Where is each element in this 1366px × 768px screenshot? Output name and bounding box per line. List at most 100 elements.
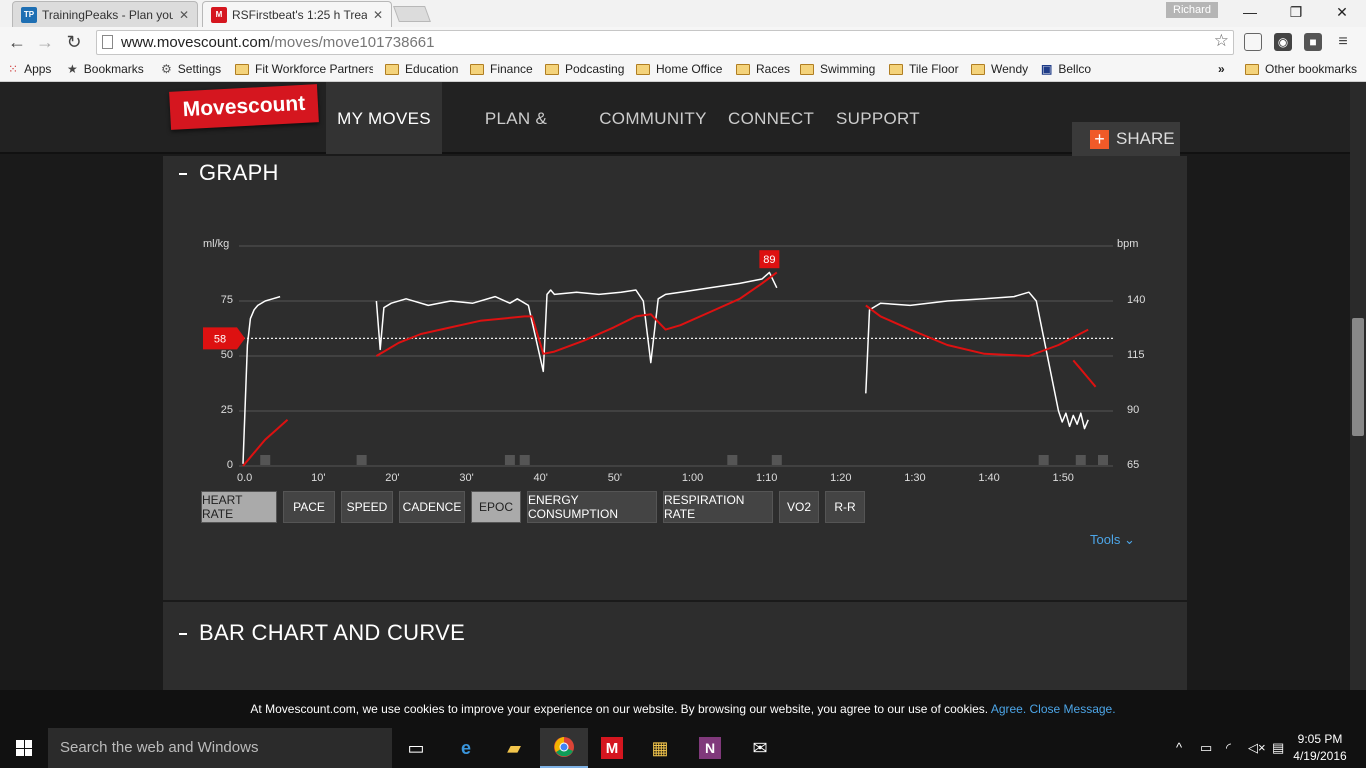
cookie-close-link[interactable]: Close Message. xyxy=(1030,702,1116,716)
restore-icon[interactable]: ❐ xyxy=(1276,2,1316,22)
cast-icon[interactable] xyxy=(1244,33,1262,51)
reference-marker-label: 58 xyxy=(214,333,226,345)
menu-icon[interactable]: ≡ xyxy=(1334,33,1352,51)
page-info-icon[interactable] xyxy=(102,35,113,49)
close-window-icon[interactable]: ✕ xyxy=(1322,2,1362,22)
wifi-icon[interactable]: ◜ xyxy=(1226,740,1231,756)
forward-icon[interactable]: → xyxy=(34,31,56,53)
folder-icon xyxy=(800,63,814,75)
folder-icon xyxy=(736,63,750,75)
bookmark-folder[interactable]: Finance xyxy=(470,62,533,76)
chrome-logo-icon xyxy=(554,737,574,757)
bookmark-settings[interactable]: ⚙ Settings xyxy=(161,62,221,76)
taskbar-clock[interactable]: 9:05 PM 4/19/2016 xyxy=(1290,731,1350,765)
trainingpeaks-favicon-icon: TP xyxy=(21,6,37,23)
metric-button-cadence[interactable]: CADENCE xyxy=(399,491,465,523)
folder-icon xyxy=(636,63,650,75)
back-icon[interactable]: ← xyxy=(6,31,28,53)
bookmark-folder[interactable]: Podcasting xyxy=(545,62,624,76)
other-bookmarks[interactable]: Other bookmarks xyxy=(1245,62,1357,76)
metric-button-heart-rate[interactable]: HEART RATE xyxy=(201,491,277,523)
tab-title: RSFirstbeat's 1:25 h Tread xyxy=(232,7,367,22)
tab-title: TrainingPeaks - Plan your xyxy=(42,7,173,22)
bookmark-bellco[interactable]: ▣ Bellco xyxy=(1041,62,1091,76)
file-explorer-icon[interactable]: ▰ xyxy=(490,728,538,768)
metric-button-vo2[interactable]: VO2 xyxy=(779,491,819,523)
reload-icon[interactable]: ↻ xyxy=(63,31,85,53)
lap-marker xyxy=(771,455,782,465)
minimize-icon[interactable]: — xyxy=(1230,2,1270,22)
chart-plot[interactable]: 58 89 xyxy=(163,156,1187,486)
windows-taskbar: Search the web and Windows ▭ e ▰ M ▦ N ✉… xyxy=(0,728,1366,768)
new-tab-button[interactable] xyxy=(393,6,431,22)
scrollbar-thumb[interactable] xyxy=(1352,318,1364,436)
star-icon: ★ xyxy=(67,62,78,76)
bookmark-folder[interactable]: Races xyxy=(736,62,790,76)
bookmarks-overflow-button[interactable]: » xyxy=(1218,62,1225,76)
lap-marker xyxy=(727,455,738,465)
onenote-icon[interactable]: N xyxy=(686,728,734,768)
metric-button-respiration-rate[interactable]: RESPIRATION RATE xyxy=(663,491,773,523)
page-scrollbar[interactable] xyxy=(1350,82,1366,728)
close-tab-icon[interactable]: ✕ xyxy=(179,8,189,22)
lap-marker xyxy=(1098,455,1108,465)
owl-extension-icon[interactable]: ◉ xyxy=(1274,33,1292,51)
movescount-app-icon[interactable]: M xyxy=(588,728,636,768)
lap-marker xyxy=(260,455,271,465)
metric-button-speed[interactable]: SPEED xyxy=(341,491,393,523)
bookmark-folder[interactable]: Swimming xyxy=(800,62,875,76)
share-button[interactable]: + SHARE xyxy=(1072,122,1180,156)
browser-tab-trainingpeaks[interactable]: TP TrainingPeaks - Plan your ✕ xyxy=(12,1,198,27)
folder-icon xyxy=(889,63,903,75)
bookmark-apps[interactable]: ⁙ Apps xyxy=(8,62,51,76)
mail-icon[interactable]: ✉ xyxy=(736,728,784,768)
tools-dropdown[interactable]: Tools ⌄ xyxy=(1090,532,1135,548)
browser-tab-movescount[interactable]: M RSFirstbeat's 1:25 h Tread ✕ xyxy=(202,1,392,27)
movescount-logo[interactable]: Movescount xyxy=(169,84,319,130)
show-hidden-icons-icon[interactable]: ^ xyxy=(1176,740,1182,755)
volume-muted-icon[interactable]: ◁× xyxy=(1248,740,1266,756)
site-header: Movescount MY MOVES PLAN & CREATE COMMUN… xyxy=(0,82,1366,202)
metric-button-epoc[interactable]: EPOC xyxy=(471,491,521,523)
bookmark-folder[interactable]: Wendy xyxy=(971,62,1028,76)
bookmarks-bar: ⁙ Apps ★ Bookmarks ⚙ Settings Fit Workforce… xyxy=(0,58,1366,82)
edge-icon[interactable]: e xyxy=(442,728,490,768)
bookmark-bookmarks[interactable]: ★ Bookmarks xyxy=(67,62,144,76)
bookmark-folder[interactable]: Education xyxy=(385,62,458,76)
bookmark-folder[interactable]: Tile Floor xyxy=(889,62,959,76)
metric-button-pace[interactable]: PACE xyxy=(283,491,335,523)
close-tab-icon[interactable]: ✕ xyxy=(373,8,383,22)
start-button[interactable] xyxy=(0,728,48,768)
task-view-icon[interactable]: ▭ xyxy=(392,728,440,768)
action-center-icon[interactable]: ▤ xyxy=(1272,740,1284,756)
bar-chart-title: BAR CHART AND CURVE xyxy=(199,620,466,645)
metric-button-energy-consumption[interactable]: ENERGY CONSUMPTION xyxy=(527,491,657,523)
nav-support[interactable]: SUPPORT xyxy=(836,82,920,154)
graph-panel: GRAPH ml/kg bpm 0 65 25 90 50 115 75 140 0.0 10' 2… xyxy=(163,156,1187,600)
chrome-icon[interactable] xyxy=(540,728,588,768)
cookie-agree-link[interactable]: Agree. xyxy=(991,702,1026,716)
battery-icon[interactable]: ▭ xyxy=(1200,740,1212,756)
apps-grid-icon: ⁙ xyxy=(8,62,19,76)
bookmark-folder[interactable]: Home Office xyxy=(636,62,722,76)
collapse-icon xyxy=(179,633,187,636)
bookmark-star-icon[interactable]: ☆ xyxy=(1214,31,1229,51)
sticky-app-icon[interactable]: ▦ xyxy=(636,728,684,768)
nav-connect[interactable]: CONNECT xyxy=(728,82,814,154)
workout-chart: ml/kg bpm 0 65 25 90 50 115 75 140 0.0 10' 20' 30' 4… xyxy=(163,156,1187,596)
nav-plan-create[interactable]: PLAN & CREATE xyxy=(452,82,580,202)
folder-icon xyxy=(235,63,249,75)
nav-my-moves[interactable]: MY MOVES xyxy=(326,82,442,154)
plus-icon: + xyxy=(1090,129,1109,149)
lap-marker xyxy=(519,455,530,465)
address-bar[interactable]: www.movescount.com/moves/move101738661 ☆ xyxy=(96,30,1234,55)
profile-button[interactable]: Richard xyxy=(1166,2,1218,18)
metric-button-r-r[interactable]: R-R xyxy=(825,491,865,523)
clock-time: 9:05 PM xyxy=(1297,732,1343,746)
taskbar-search[interactable]: Search the web and Windows xyxy=(48,728,392,768)
nav-community[interactable]: COMMUNITY xyxy=(598,82,708,154)
extension-icon[interactable]: ■ xyxy=(1304,33,1322,51)
peak-marker-label: 89 xyxy=(763,254,775,266)
bar-chart-panel-toggle[interactable]: BAR CHART AND CURVE xyxy=(179,620,465,646)
bookmark-folder[interactable]: Fit Workforce Partners xyxy=(235,62,373,76)
